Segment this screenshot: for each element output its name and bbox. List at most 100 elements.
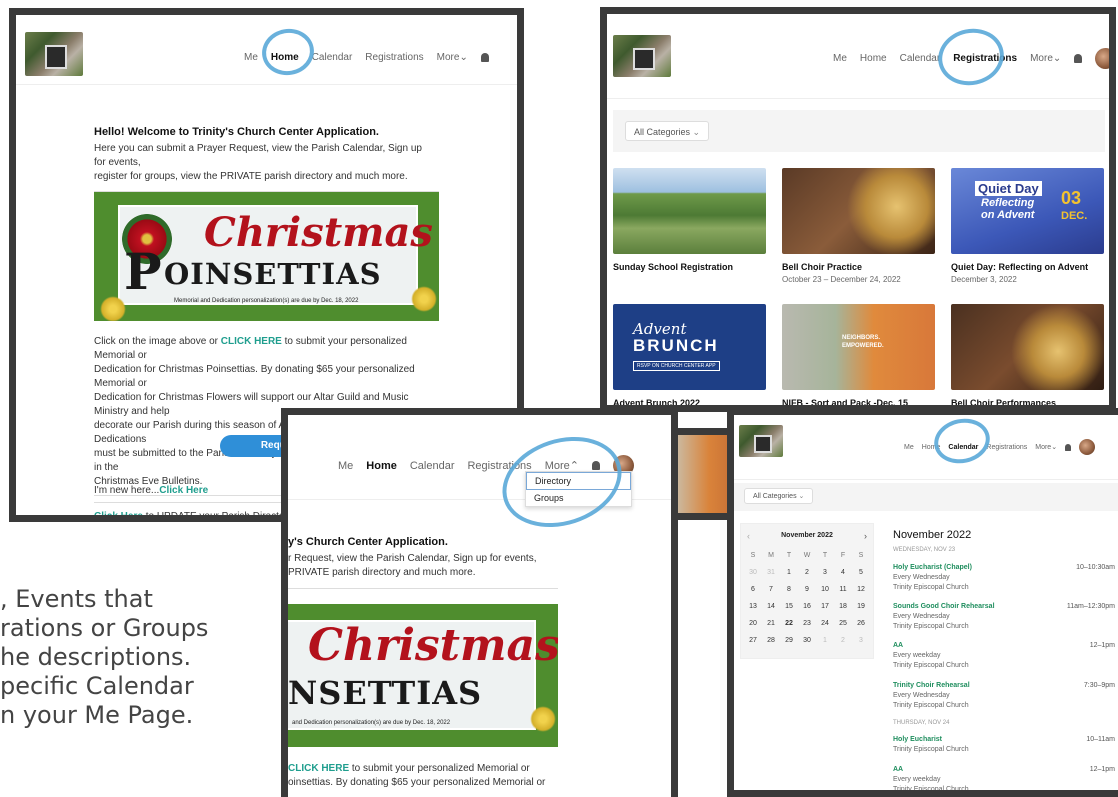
event-location: Trinity Episcopal Church (893, 662, 969, 669)
calendar-day[interactable]: 13 (744, 603, 762, 610)
calendar-day[interactable]: 8 (780, 586, 798, 593)
calendar-day[interactable]: 1 (780, 569, 798, 576)
chevron-down-icon: ⌄ (1051, 444, 1058, 451)
event-location: Trinity Episcopal Church (893, 623, 969, 630)
new-here-link[interactable]: Click Here (159, 485, 208, 496)
calendar-day[interactable]: 27 (744, 637, 762, 644)
calendar-event[interactable]: Holy Eucharist Trinity Episcopal Church … (893, 735, 1115, 755)
calendar-day[interactable]: 11 (834, 586, 852, 593)
click-here-link[interactable]: CLICK HERE (288, 763, 349, 774)
event-name: AA (893, 766, 904, 773)
update-link[interactable]: Click Here (94, 511, 143, 515)
calendar-day[interactable]: 18 (834, 603, 852, 610)
calendar-event[interactable]: Holy Eucharist (Chapel) Every Wednesday … (893, 563, 1115, 593)
nav-me[interactable]: Me (904, 444, 914, 451)
church-logo[interactable] (739, 425, 783, 457)
calendar-day[interactable]: 21 (762, 620, 780, 627)
nav-home[interactable]: Home (366, 460, 397, 472)
dropdown-directory[interactable]: Directory (526, 472, 631, 490)
calendar-day[interactable]: 23 (798, 620, 816, 627)
event-time: 10–10:30am (1076, 564, 1115, 571)
calendar-day[interactable]: 28 (762, 637, 780, 644)
calendar-day[interactable]: 24 (816, 620, 834, 627)
bell-icon[interactable] (480, 53, 489, 62)
next-month-icon[interactable]: › (864, 531, 867, 541)
calendar-event[interactable]: Sounds Good Choir Rehearsal Every Wednes… (893, 602, 1115, 632)
nav-calendar[interactable]: Calendar (948, 444, 978, 451)
calendar-day[interactable]: 22 (780, 620, 798, 627)
calendar-day[interactable]: 4 (834, 569, 852, 576)
nav-home[interactable]: Home (860, 53, 887, 64)
calendar-event[interactable]: AA Every weekday Trinity Episcopal Churc… (893, 765, 1115, 790)
weekday-label: M (768, 552, 774, 559)
nav-more[interactable]: More⌄ (1035, 443, 1057, 451)
nav-more[interactable]: More⌄ (1030, 53, 1061, 64)
nav-calendar[interactable]: Calendar (410, 460, 455, 472)
calendar-day[interactable]: 26 (852, 620, 870, 627)
calendar-day[interactable]: 9 (798, 586, 816, 593)
bell-icon[interactable] (1074, 54, 1083, 63)
calendar-day[interactable]: 1 (816, 637, 834, 644)
caption-line: n your Me Page. (0, 701, 194, 729)
poinsettia-banner[interactable]: Christmas NSETTIAS and Dedication person… (288, 604, 558, 747)
all-categories-filter[interactable]: All Categories ⌄ (625, 121, 710, 141)
calendar-day[interactable]: 2 (798, 569, 816, 576)
calendar-day[interactable]: 16 (798, 603, 816, 610)
calendar-day[interactable]: 25 (834, 620, 852, 627)
calendar-day[interactable]: 3 (816, 569, 834, 576)
event-time: 7:30–9pm (1083, 682, 1115, 689)
click-here-link[interactable]: CLICK HERE (221, 336, 282, 347)
calendar-day[interactable]: 17 (816, 603, 834, 610)
nav-more[interactable]: More⌄ (437, 52, 468, 63)
event-card[interactable]: NEIGHBORS. EMPOWERED. NIFB - Sort and Pa… (782, 304, 935, 405)
bell-icon[interactable] (591, 461, 600, 470)
calendar-day[interactable]: 10 (816, 586, 834, 593)
church-logo[interactable] (25, 32, 83, 76)
nav-me[interactable]: Me (338, 460, 353, 472)
event-image (951, 304, 1104, 390)
calendar-day[interactable]: 30 (744, 569, 762, 576)
calendar-day[interactable]: 6 (744, 586, 762, 593)
calendar-day[interactable]: 14 (762, 603, 780, 610)
nav-calendar[interactable]: Calendar (900, 53, 941, 64)
calendar-day[interactable]: 15 (780, 603, 798, 610)
calendar-day[interactable]: 30 (798, 637, 816, 644)
calendar-day[interactable]: 7 (762, 586, 780, 593)
nav-me[interactable]: Me (244, 52, 258, 63)
event-card[interactable]: Sunday School Registration (613, 168, 766, 283)
all-categories-filter[interactable]: All Categories ⌄ (744, 488, 814, 504)
calendar-event[interactable]: Trinity Choir Rehearsal Every Wednesday … (893, 681, 1115, 711)
nav-home[interactable]: Home (271, 52, 299, 63)
dropdown-groups[interactable]: Groups (526, 490, 631, 506)
poinsettia-banner[interactable]: Christmas P OINSETTIAS Memorial and Dedi… (94, 192, 439, 321)
event-time: 12–1pm (1089, 642, 1115, 649)
calendar-day[interactable]: 2 (834, 637, 852, 644)
banner-title-2: NSETTIAS (288, 674, 483, 712)
calendar-event[interactable]: AA Every weekday Trinity Episcopal Churc… (893, 641, 1115, 671)
user-avatar[interactable] (1079, 439, 1096, 455)
event-card[interactable]: Advent BRUNCH RSVP ON CHURCH CENTER APP … (613, 304, 766, 405)
nav-calendar[interactable]: Calendar (312, 52, 353, 63)
nav-registrations[interactable]: Registrations (365, 52, 423, 63)
nav-registrations[interactable]: Registrations (467, 460, 531, 472)
event-time: 10–11am (1086, 736, 1115, 743)
calendar-day[interactable]: 5 (852, 569, 870, 576)
nav-home[interactable]: Home (922, 444, 941, 451)
nav-registrations[interactable]: Registrations (953, 53, 1017, 64)
user-avatar[interactable] (1095, 48, 1109, 69)
more-dropdown: Directory Groups (525, 471, 632, 507)
event-card[interactable]: Quiet Day Reflecting on Advent 03 DEC. Q… (951, 168, 1104, 284)
calendar-day[interactable]: 29 (780, 637, 798, 644)
calendar-day[interactable]: 19 (852, 603, 870, 610)
event-card[interactable]: Bell Choir Practice October 23 – Decembe… (782, 168, 935, 284)
background-caption: , Events that rations or Groups he descr… (0, 585, 270, 730)
nav-me[interactable]: Me (833, 53, 847, 64)
church-logo[interactable] (613, 35, 671, 77)
event-card[interactable]: Bell Choir Performances (951, 304, 1104, 405)
calendar-day[interactable]: 20 (744, 620, 762, 627)
nav-registrations[interactable]: Registrations (986, 444, 1027, 451)
calendar-day[interactable]: 3 (852, 637, 870, 644)
calendar-day[interactable]: 31 (762, 569, 780, 576)
bell-icon[interactable] (1065, 443, 1072, 451)
calendar-day[interactable]: 12 (852, 586, 870, 593)
